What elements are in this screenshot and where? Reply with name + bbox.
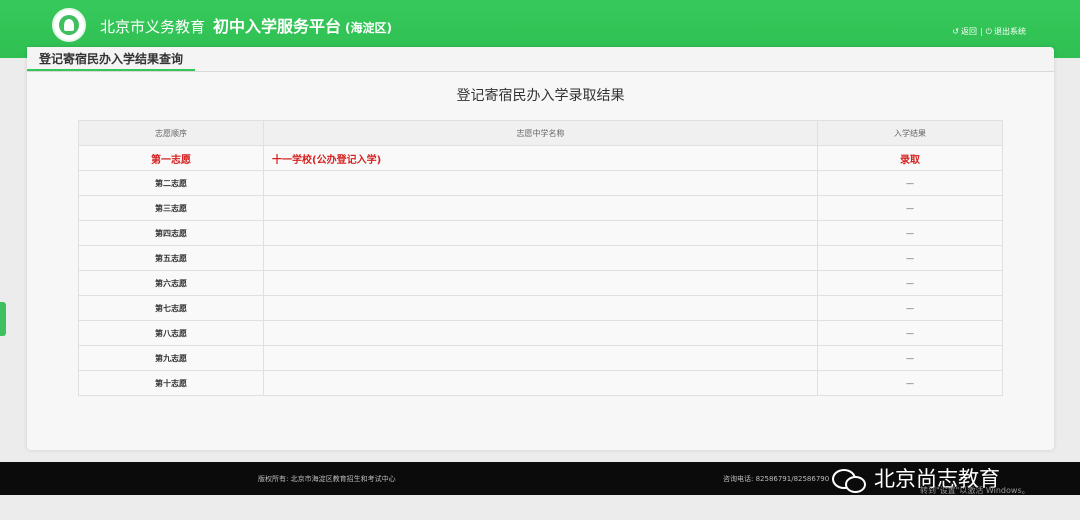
table-row: 第三志愿 — xyxy=(78,195,1003,221)
row-school xyxy=(263,370,818,396)
row-order: 第四志愿 xyxy=(78,220,264,246)
site-title: 北京市义务教育 初中入学服务平台 (海淀区) xyxy=(100,14,392,40)
table-row: 第九志愿 — xyxy=(78,345,1003,371)
result-table: 志愿顺序 志愿中学名称 入学结果 第一志愿 十一学校(公办登记入学) 录取 第二… xyxy=(78,120,1003,396)
table-row: 第八志愿 — xyxy=(78,320,1003,346)
result-title: 登记寄宿民办入学录取结果 xyxy=(456,88,625,104)
table-row: 第十志愿 — xyxy=(78,370,1003,396)
table-header-row: 志愿顺序 志愿中学名称 入学结果 xyxy=(78,120,1003,146)
table-row: 第六志愿 — xyxy=(78,270,1003,296)
row-school: 十一学校(公办登记入学) xyxy=(263,145,818,171)
row-school xyxy=(263,195,818,221)
row-result: — xyxy=(817,220,1003,246)
logout-label: 退出系统 xyxy=(994,27,1026,36)
row-school xyxy=(263,320,818,346)
row-school xyxy=(263,245,818,271)
link-separator: | xyxy=(979,27,983,36)
page-footer: 版权所有: 北京市海淀区教育招生和考试中心 咨询电话: 82586791/825… xyxy=(0,462,1080,495)
row-result: — xyxy=(817,320,1003,346)
row-result: — xyxy=(817,270,1003,296)
wechat-icon xyxy=(832,468,866,493)
table-row: 第七志愿 — xyxy=(78,295,1003,321)
row-order: 第五志愿 xyxy=(78,245,264,271)
row-result: — xyxy=(817,295,1003,321)
column-header-result: 入学结果 xyxy=(817,120,1003,146)
row-result: — xyxy=(817,245,1003,271)
row-result: — xyxy=(817,170,1003,196)
row-result: — xyxy=(817,195,1003,221)
panel-tabbar: 登记寄宿民办入学结果查询 xyxy=(27,47,1054,72)
row-result: — xyxy=(817,370,1003,396)
row-school xyxy=(263,220,818,246)
row-result: 录取 xyxy=(817,145,1003,171)
title-part1: 北京市义务教育 xyxy=(100,18,206,36)
title-district: (海淀区) xyxy=(345,21,393,35)
row-order: 第六志愿 xyxy=(78,270,264,296)
column-header-order: 志愿顺序 xyxy=(78,120,264,146)
row-order: 第十志愿 xyxy=(78,370,264,396)
table-row: 第一志愿 十一学校(公办登记入学) 录取 xyxy=(78,145,1003,171)
row-school xyxy=(263,270,818,296)
page-scroll-handle[interactable] xyxy=(0,302,6,336)
result-panel: 登记寄宿民办入学结果查询 登记寄宿民办入学录取结果 志愿顺序 志愿中学名称 入学… xyxy=(27,47,1054,450)
table-row: 第四志愿 — xyxy=(78,220,1003,246)
top-links: ↺ 返回 | ⏻ 退出系统 xyxy=(952,26,1026,38)
title-part2: 初中入学服务平台 xyxy=(213,17,342,36)
tab-result-query[interactable]: 登记寄宿民办入学结果查询 xyxy=(27,47,196,71)
row-school xyxy=(263,345,818,371)
row-order: 第八志愿 xyxy=(78,320,264,346)
row-result: — xyxy=(817,345,1003,371)
row-order: 第二志愿 xyxy=(78,170,264,196)
row-school xyxy=(263,170,818,196)
back-arrow-icon: ↺ xyxy=(952,27,959,36)
back-link[interactable]: ↺ 返回 xyxy=(952,26,977,38)
row-order: 第一志愿 xyxy=(78,145,264,171)
table-row: 第二志愿 — xyxy=(78,170,1003,196)
column-header-school: 志愿中学名称 xyxy=(263,120,818,146)
row-school xyxy=(263,295,818,321)
power-icon: ⏻ xyxy=(985,27,992,36)
footer-copyright: 版权所有: 北京市海淀区教育招生和考试中心 xyxy=(258,475,396,483)
row-order: 第三志愿 xyxy=(78,195,264,221)
table-row: 第五志愿 — xyxy=(78,245,1003,271)
row-order: 第七志愿 xyxy=(78,295,264,321)
back-label: 返回 xyxy=(960,27,977,36)
footer-phone: 咨询电话: 82586791/82586790 xyxy=(723,475,830,483)
platform-logo xyxy=(52,8,86,42)
row-order: 第九志愿 xyxy=(78,345,264,371)
logout-link[interactable]: ⏻ 退出系统 xyxy=(986,26,1026,38)
windows-activation-watermark: 转到"设置"以激活 Windows。 xyxy=(920,486,1030,495)
